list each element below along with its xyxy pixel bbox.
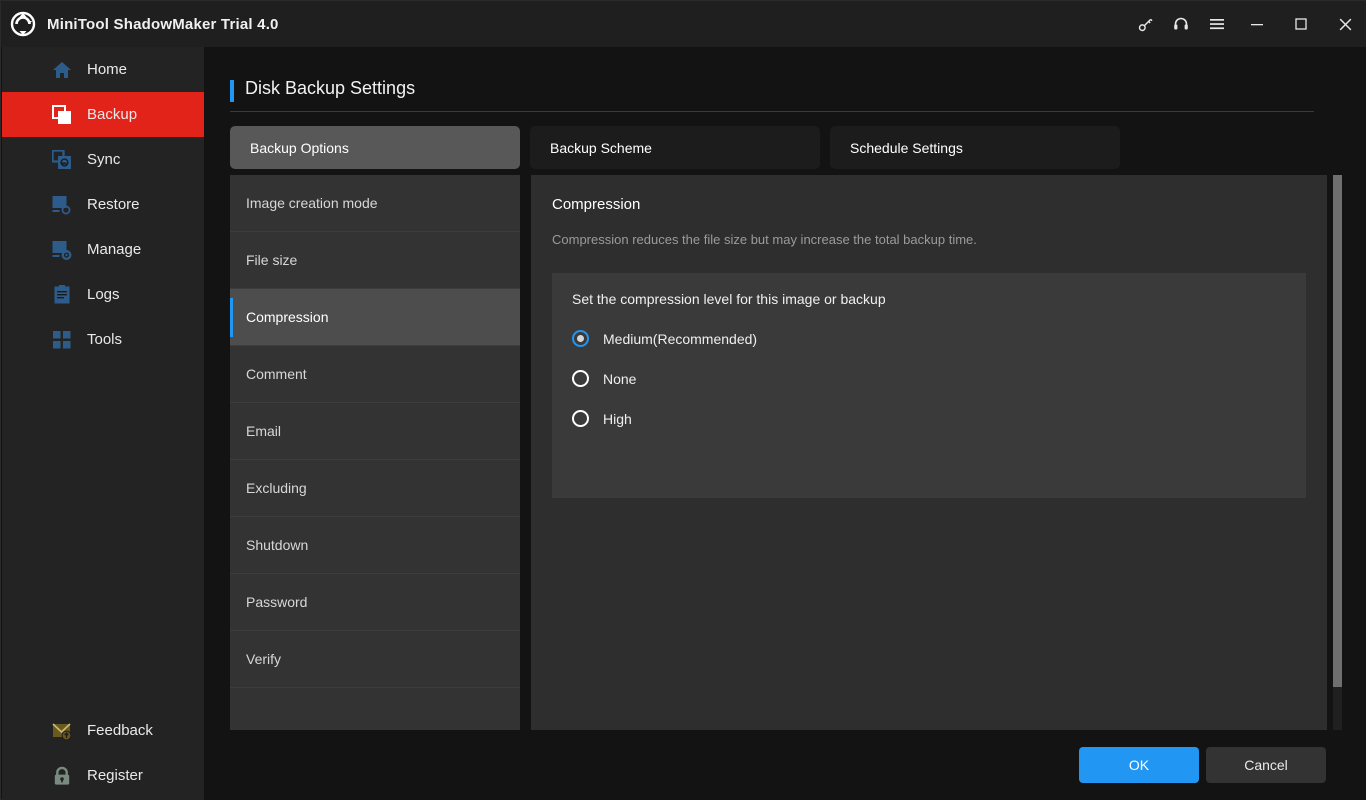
sidebar-label: Home <box>87 61 127 78</box>
page-title: Disk Backup Settings <box>245 78 415 99</box>
sync-icon <box>51 149 73 171</box>
radio-label: High <box>603 411 632 427</box>
scrollbar-thumb[interactable] <box>1333 175 1342 687</box>
radio-label: Medium(Recommended) <box>603 331 757 347</box>
headset-icon[interactable] <box>1163 1 1199 47</box>
radio-none[interactable]: None <box>572 370 1306 387</box>
cancel-button[interactable]: Cancel <box>1206 747 1326 783</box>
title-divider <box>230 111 1314 112</box>
title-accent-bar <box>230 80 234 102</box>
sidebar-item-manage[interactable]: Manage <box>2 227 204 272</box>
sidebar: Home Backup Sync <box>2 47 204 800</box>
sidebar-label: Restore <box>87 196 140 213</box>
radio-high[interactable]: High <box>572 410 1306 427</box>
sidebar-item-tools[interactable]: Tools <box>2 317 204 362</box>
option-email[interactable]: Email <box>230 403 520 460</box>
sidebar-item-home[interactable]: Home <box>2 47 204 92</box>
panel-description: Compression reduces the file size but ma… <box>552 232 1306 247</box>
tab-label: Schedule Settings <box>850 140 963 156</box>
option-label: Password <box>246 594 307 610</box>
sidebar-label: Register <box>87 767 143 784</box>
main-content: Disk Backup Settings Backup Options Back… <box>204 47 1366 800</box>
sidebar-label: Manage <box>87 241 141 258</box>
tab-bar: Backup Options Backup Scheme Schedule Se… <box>230 126 1130 169</box>
option-comment[interactable]: Comment <box>230 346 520 403</box>
radio-medium[interactable]: Medium(Recommended) <box>572 330 1306 347</box>
tab-label: Backup Scheme <box>550 140 652 156</box>
sidebar-item-sync[interactable]: Sync <box>2 137 204 182</box>
option-shutdown[interactable]: Shutdown <box>230 517 520 574</box>
tab-schedule-settings[interactable]: Schedule Settings <box>830 126 1120 169</box>
menu-icon[interactable] <box>1199 1 1235 47</box>
option-label: Verify <box>246 651 281 667</box>
option-file-size[interactable]: File size <box>230 232 520 289</box>
key-icon[interactable] <box>1127 1 1163 47</box>
application-window: MiniTool ShadowMaker Trial 4.0 <box>0 0 1366 800</box>
manage-icon <box>51 239 73 261</box>
radio-indicator-none[interactable] <box>572 370 589 387</box>
window-controls <box>1127 1 1366 47</box>
option-label: Compression <box>246 309 328 325</box>
sidebar-label: Feedback <box>87 722 153 739</box>
sidebar-bottom: Feedback Register <box>2 708 204 798</box>
dialog-footer: OK Cancel <box>204 730 1366 800</box>
option-verify[interactable]: Verify <box>230 631 520 688</box>
tab-backup-scheme[interactable]: Backup Scheme <box>530 126 820 169</box>
option-list: Image creation mode File size Compressio… <box>230 175 520 730</box>
panel-title: Compression <box>552 196 1306 213</box>
option-label: Comment <box>246 366 307 382</box>
maximize-icon[interactable] <box>1279 1 1323 47</box>
radio-indicator-high[interactable] <box>572 410 589 427</box>
sidebar-label: Sync <box>87 151 120 168</box>
radio-indicator-medium[interactable] <box>572 330 589 347</box>
sidebar-item-backup[interactable]: Backup <box>2 92 204 137</box>
option-label: File size <box>246 252 297 268</box>
radio-label: None <box>603 371 636 387</box>
tab-backup-options[interactable]: Backup Options <box>230 126 520 169</box>
option-compression[interactable]: Compression <box>230 289 520 346</box>
home-icon <box>51 59 73 81</box>
option-label: Email <box>246 423 281 439</box>
page-header: Disk Backup Settings <box>230 78 1314 112</box>
option-excluding[interactable]: Excluding <box>230 460 520 517</box>
sidebar-item-feedback[interactable]: Feedback <box>2 708 204 753</box>
settings-panel: Compression Compression reduces the file… <box>531 175 1327 730</box>
app-logo-icon <box>8 9 38 39</box>
option-label: Excluding <box>246 480 307 496</box>
minimize-icon[interactable] <box>1235 1 1279 47</box>
logs-icon <box>51 284 73 306</box>
option-label: Shutdown <box>246 537 308 553</box>
option-label: Image creation mode <box>246 195 378 211</box>
feedback-envelope-icon <box>51 720 73 742</box>
ok-button[interactable]: OK <box>1079 747 1199 783</box>
ok-button-label: OK <box>1129 757 1149 773</box>
sidebar-label: Logs <box>87 286 120 303</box>
sidebar-item-restore[interactable]: Restore <box>2 182 204 227</box>
close-icon[interactable] <box>1323 1 1366 47</box>
lock-icon <box>51 765 73 787</box>
sidebar-item-logs[interactable]: Logs <box>2 272 204 317</box>
title-bar: MiniTool ShadowMaker Trial 4.0 <box>1 1 1366 47</box>
backup-icon <box>51 104 73 126</box>
tab-label: Backup Options <box>250 140 349 156</box>
app-title: MiniTool ShadowMaker Trial 4.0 <box>47 16 279 33</box>
restore-icon <box>51 194 73 216</box>
option-password[interactable]: Password <box>230 574 520 631</box>
compression-level-box: Set the compression level for this image… <box>552 273 1306 498</box>
compression-level-label: Set the compression level for this image… <box>572 291 1306 307</box>
panel-scrollbar[interactable] <box>1333 175 1342 730</box>
option-list-filler <box>230 688 520 730</box>
sidebar-item-register[interactable]: Register <box>2 753 204 798</box>
option-image-creation-mode[interactable]: Image creation mode <box>230 175 520 232</box>
tools-icon <box>51 329 73 351</box>
sidebar-label: Tools <box>87 331 122 348</box>
sidebar-label: Backup <box>87 106 137 123</box>
cancel-button-label: Cancel <box>1244 757 1288 773</box>
